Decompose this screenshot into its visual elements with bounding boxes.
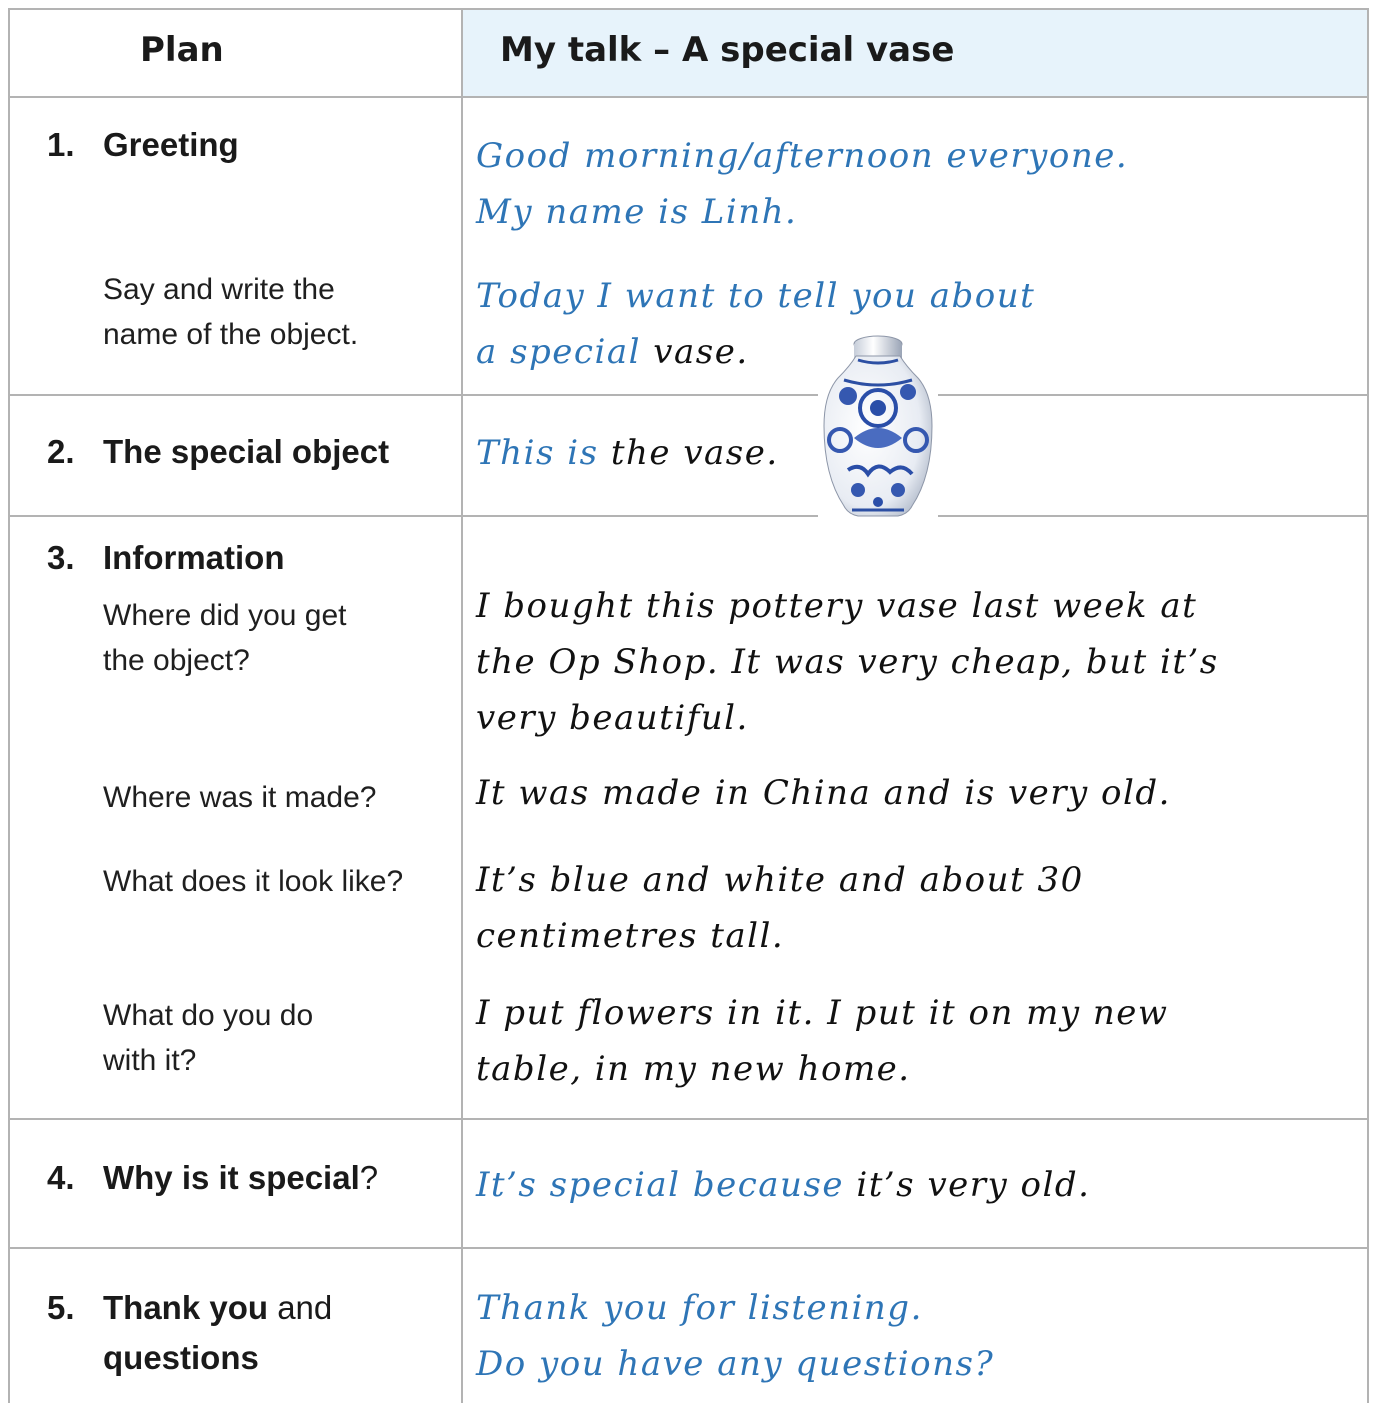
object-intro-blue: a special [476,332,641,372]
question-do-line-1: What do you do [103,999,314,1032]
section-4-label-bold: Why is it special [103,1159,360,1196]
section-4-label: Why is it special? [103,1159,378,1197]
section-5-label-line-1: Thank you and [103,1289,332,1327]
talk-title-header: My talk – A special vase [500,30,955,70]
greeting-line-1: Good morning/afternoon everyone. [476,136,1129,176]
section-5-and: and [268,1289,333,1326]
question-do-line-2: with it? [103,1044,197,1077]
section-2-number: 2. [47,433,75,470]
answer-get-line-2: the Op Shop. It was very cheap, but it’s [476,642,1219,682]
special-reason-line: It’s special because it’s very old. [476,1157,1090,1213]
section-5-label-line-2: questions [103,1339,259,1376]
greeting-prompt-line-1: Say and write the [103,273,335,306]
closing-line-1: Thank you for listening. [476,1288,923,1328]
column-divider [461,8,463,1403]
special-reason-blue: It’s special because [476,1165,845,1205]
section-1-label: Greeting [103,126,239,163]
row-divider-header [8,96,1369,98]
answer-look-line-1: It’s blue and white and about 30 [476,860,1084,900]
answer-do-line-2: table, in my new home. [476,1049,911,1089]
question-made-line-1: Where was it made? [103,781,377,814]
section-3-number: 3. [47,539,75,576]
question-get-line-1: Where did you get [103,599,347,632]
section-5-bold-1: Thank you [103,1289,269,1326]
vase-photo [818,330,938,525]
row-divider-3 [8,1118,1369,1120]
special-reason-black: it’s very old. [844,1165,1091,1205]
section-5-number: 5. [47,1289,75,1326]
object-intro-line-1: Today I want to tell you about [476,276,1036,316]
row-divider-4 [8,1247,1369,1249]
section-1-number: 1. [47,126,75,163]
answer-do-line-1: I put flowers in it. I put it on my new [476,993,1169,1033]
section-4-label-rest: ? [359,1159,379,1196]
object-intro-black: vase. [640,332,749,372]
vase-illustration [823,335,933,517]
question-get-line-2: the object? [103,644,250,677]
answer-look-line-2: centimetres tall. [476,916,785,956]
plan-header: Plan [140,30,224,70]
greeting-prompt-line-2: name of the object. [103,318,359,351]
row-divider-1 [8,394,1369,396]
section-3-label: Information [103,539,285,576]
row-divider-2 [8,515,1369,517]
special-object-line: This is the vase. [476,425,779,481]
section-2-label: The special object [103,433,390,470]
question-look-line-1: What does it look like? [103,865,404,898]
special-object-blue: This is [476,433,599,473]
closing-line-2: Do you have any questions? [476,1344,995,1384]
section-4-number: 4. [47,1159,75,1196]
greeting-line-2: My name is Linh. [476,192,798,232]
answer-get-line-3: very beautiful. [476,698,749,738]
answer-get-line-1: I bought this pottery vase last week at [476,586,1198,626]
special-object-black: the vase. [598,433,779,473]
object-intro-line-2: a special vase. [476,324,749,380]
answer-made-line-1: It was made in China and is very old. [476,773,1171,813]
